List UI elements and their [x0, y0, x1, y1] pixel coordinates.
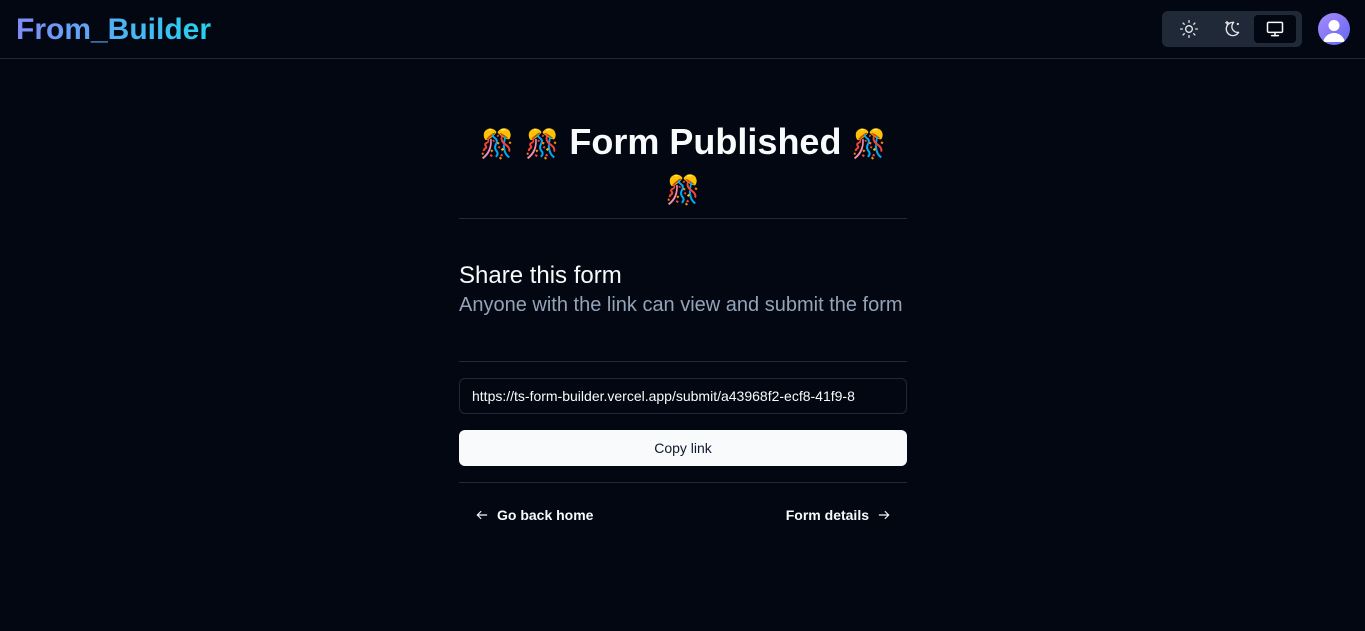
divider [459, 361, 907, 362]
confetti-emoji: 🎊 [665, 174, 701, 206]
arrow-left-icon [475, 508, 489, 522]
copy-link-button[interactable]: Copy link [459, 430, 907, 466]
monitor-icon [1265, 19, 1285, 39]
user-icon [1318, 20, 1350, 45]
confetti-emoji: 🎊 [524, 128, 560, 160]
confetti-emoji: 🎊 [479, 128, 515, 160]
go-back-home-label: Go back home [497, 507, 594, 523]
publish-panel: 🎊 🎊 Form Published 🎊 🎊 Share this form A… [459, 120, 907, 551]
theme-dark-button[interactable] [1211, 15, 1253, 43]
form-details-label: Form details [785, 507, 869, 523]
theme-switcher [1162, 11, 1302, 47]
title-text: Form Published [569, 121, 842, 162]
app-logo[interactable]: From_Builder [16, 12, 211, 48]
moon-icon [1222, 19, 1242, 39]
sun-icon [1179, 19, 1199, 39]
user-avatar[interactable] [1318, 13, 1350, 45]
theme-light-button[interactable] [1168, 15, 1210, 43]
share-description: Anyone with the link can view and submit… [459, 294, 903, 316]
share-heading: Share this form [459, 262, 622, 289]
page-title: 🎊 🎊 Form Published 🎊 🎊 [459, 120, 907, 219]
share-url-input[interactable] [459, 378, 907, 414]
go-back-home-link[interactable]: Go back home [475, 507, 593, 523]
navbar: From_Builder [0, 0, 1365, 59]
footer-links: Go back home Form details [459, 483, 907, 551]
confetti-emoji: 🎊 [851, 128, 887, 160]
form-details-link[interactable]: Form details [786, 507, 891, 523]
theme-system-button[interactable] [1254, 15, 1296, 43]
arrow-right-icon [877, 508, 891, 522]
